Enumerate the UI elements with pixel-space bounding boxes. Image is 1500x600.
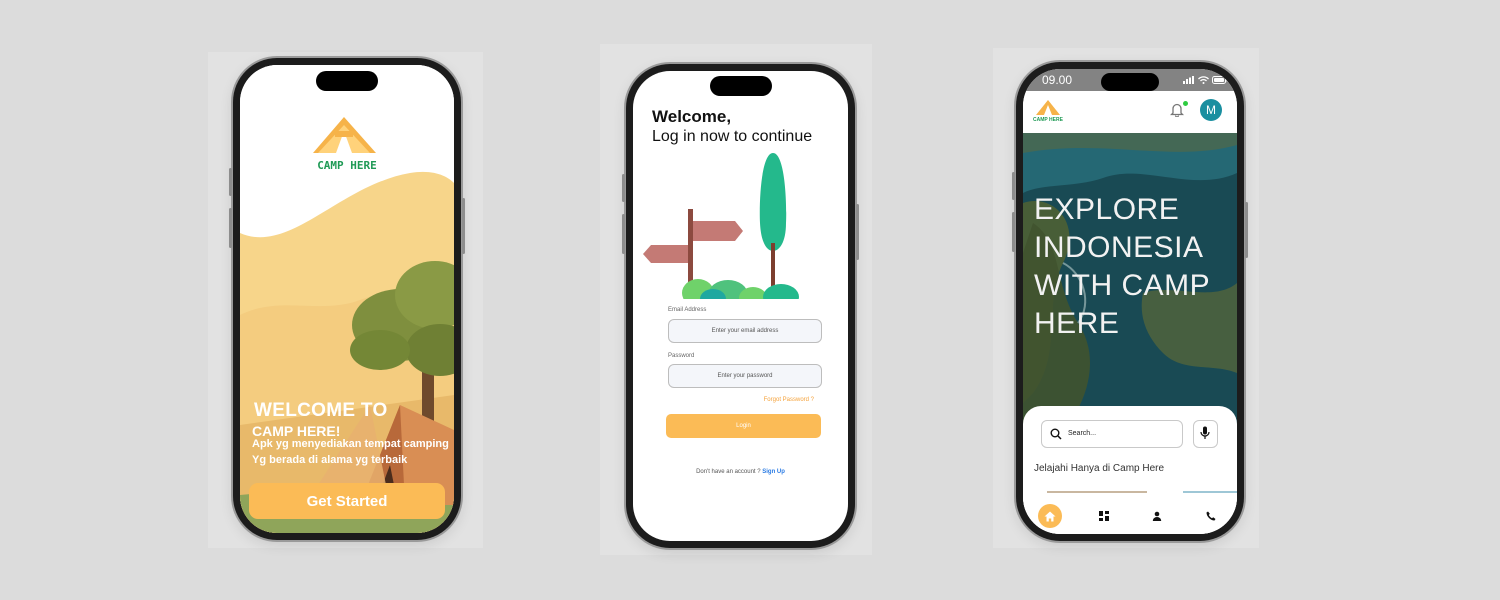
hero-headline: EXPLORE INDONESIA WITH CAMP HERE [1034, 191, 1210, 343]
password-label: Password [668, 353, 695, 359]
onboarding-title: WELCOME TO [254, 400, 388, 421]
phone-button [1245, 202, 1248, 258]
email-label: Email Address [668, 307, 707, 313]
phone-button [462, 198, 465, 254]
search-placeholder: Search... [1068, 430, 1097, 437]
nav-profile[interactable] [1145, 504, 1169, 528]
section-caption: Jelajahi Hanya di Camp Here [1034, 463, 1165, 474]
forgot-password-link[interactable]: Forgot Password ? [764, 397, 814, 403]
hero-line: WITH CAMP [1034, 269, 1211, 302]
onboarding-logo-text: CAMP HERE [317, 159, 377, 172]
signal-icon [1183, 76, 1194, 84]
home-icon [1044, 511, 1056, 521]
onboarding-description-2: Yg berada di alama yg terbaik [252, 454, 408, 466]
home-header: CAMP HERE M [1023, 91, 1237, 133]
card-strip [1183, 491, 1237, 493]
battery-icon [1212, 76, 1228, 84]
phone-icon [1206, 511, 1216, 521]
phone-button [229, 168, 232, 196]
home-logo-text: CAMP HERE [1033, 117, 1063, 123]
phone-login: Welcome, Log in now to continue Email Ad… [622, 64, 859, 548]
dynamic-island [709, 76, 772, 96]
signpost-illustration [643, 153, 803, 303]
onboarding-description-1: Apk yg menyediakan tempat camping [252, 438, 449, 450]
phone-button [229, 208, 232, 248]
wifi-icon [1198, 76, 1209, 84]
signup-prompt: Don't have an account ? Sign Up [633, 469, 848, 475]
phone-button [1012, 212, 1015, 252]
hero-line: EXPLORE [1034, 193, 1180, 226]
phone-button [622, 174, 625, 202]
password-field[interactable]: Enter your password [668, 364, 822, 388]
no-account-text: Don't have an account ? [696, 469, 761, 475]
dashboard-icon [1099, 511, 1109, 521]
nav-home[interactable] [1038, 504, 1062, 528]
phone-onboarding: CAMP HERE WELCOME TO CAMP HERE! Apk yg m… [229, 58, 465, 540]
nav-dashboard[interactable] [1092, 504, 1116, 528]
hero-line: HERE [1034, 307, 1120, 340]
login-heading: Welcome, [652, 107, 732, 126]
card-strip [1047, 491, 1147, 493]
dynamic-island [316, 71, 378, 91]
onboarding-screen: CAMP HERE WELCOME TO CAMP HERE! Apk yg m… [240, 65, 454, 533]
get-started-button[interactable]: Get Started [249, 483, 445, 519]
phone-button [622, 214, 625, 254]
login-screen: Welcome, Log in now to continue Email Ad… [633, 71, 848, 541]
login-button[interactable]: Login [666, 414, 821, 438]
onboarding-subtitle: CAMP HERE! [252, 423, 341, 439]
sign-up-link[interactable]: Sign Up [762, 469, 785, 475]
bell-icon[interactable] [1170, 102, 1184, 117]
status-time: 09.00 [1042, 73, 1073, 87]
phone-button [856, 204, 859, 260]
phone-home: 09.00 CAMP HERE M EXPLORE INDONESIA WITH… [1012, 62, 1248, 541]
bottom-nav [1023, 494, 1237, 534]
phone-button [1012, 172, 1015, 200]
camp-logo-icon [1036, 100, 1060, 115]
nav-contact[interactable] [1199, 504, 1223, 528]
home-screen: 09.00 CAMP HERE M EXPLORE INDONESIA WITH… [1023, 69, 1237, 534]
microphone-icon [1200, 426, 1210, 439]
avatar[interactable]: M [1200, 99, 1222, 121]
mic-button[interactable] [1193, 420, 1218, 448]
email-field[interactable]: Enter your email address [668, 319, 822, 343]
hero-line: INDONESIA [1034, 231, 1204, 264]
notification-dot [1183, 101, 1188, 106]
dynamic-island [1101, 73, 1159, 91]
search-icon [1050, 428, 1062, 440]
user-icon [1152, 511, 1162, 521]
search-input[interactable]: Search... [1041, 420, 1183, 448]
